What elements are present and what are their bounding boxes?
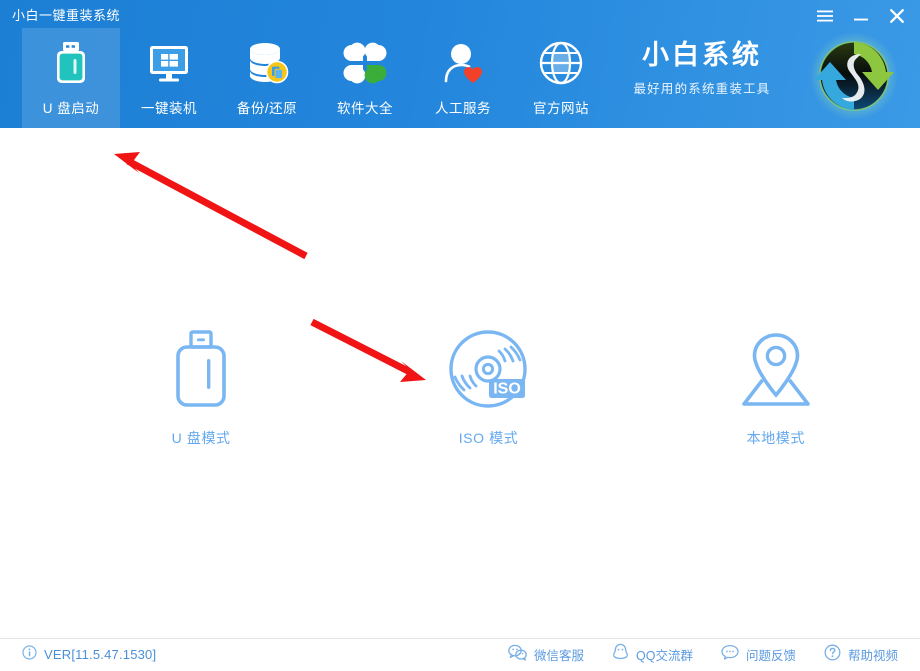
info-icon bbox=[22, 644, 37, 665]
footer-link-help-video[interactable]: 帮助视频 bbox=[824, 644, 898, 666]
window-title: 小白一键重装系统 bbox=[12, 8, 121, 23]
footer-link-feedback[interactable]: 问题反馈 bbox=[721, 644, 796, 665]
menu-button[interactable] bbox=[810, 4, 840, 28]
tab-label: 软件大全 bbox=[337, 101, 393, 116]
brand-block: 小白系统 最好用的系统重装工具 bbox=[602, 42, 802, 97]
tab-backup-restore[interactable]: 备份/还原 bbox=[218, 28, 316, 128]
tab-human-service[interactable]: 人工服务 bbox=[414, 28, 512, 128]
app-window: 小白一键重装系统 U 盘启动 一键装机 备份/还原 软件大全 人工服务 官方网站… bbox=[0, 0, 920, 671]
window-controls bbox=[810, 4, 912, 28]
mode-label: U 盘模式 bbox=[171, 430, 231, 446]
qq-penguin-icon bbox=[612, 643, 629, 666]
refresh-swirl-logo bbox=[806, 28, 902, 124]
footer-link-label: 微信客服 bbox=[534, 649, 585, 663]
mode-iso[interactable]: ISO ISO 模式 bbox=[344, 328, 632, 448]
wechat-icon bbox=[508, 644, 527, 666]
iso-badge-text: ISO bbox=[494, 381, 522, 398]
tab-label: U 盘启动 bbox=[42, 101, 100, 116]
title-bar-header: 小白一键重装系统 U 盘启动 一键装机 备份/还原 软件大全 人工服务 官方网站… bbox=[0, 0, 920, 128]
person-heart-icon bbox=[441, 40, 485, 86]
tab-usb-boot[interactable]: U 盘启动 bbox=[22, 28, 120, 128]
mode-label: 本地模式 bbox=[746, 430, 806, 446]
footer-links: 微信客服 QQ交流群 问题反馈 帮助视频 bbox=[508, 639, 898, 670]
tab-one-key-install[interactable]: 一键装机 bbox=[120, 28, 218, 128]
mode-label: ISO 模式 bbox=[458, 430, 519, 446]
tab-label: 备份/还原 bbox=[236, 101, 298, 116]
question-mark-icon bbox=[824, 644, 841, 666]
usb-outline-icon bbox=[169, 328, 233, 412]
close-button[interactable] bbox=[882, 4, 912, 28]
status-footer: VER[11.5.47.1530] 微信客服 QQ交流群 问题反馈 帮助视频 bbox=[0, 638, 920, 671]
footer-link-qq-group[interactable]: QQ交流群 bbox=[612, 643, 693, 666]
speech-bubble-icon bbox=[721, 644, 739, 665]
version-info: VER[11.5.47.1530] bbox=[22, 639, 156, 670]
footer-link-label: QQ交流群 bbox=[636, 649, 693, 663]
globe-icon bbox=[538, 40, 584, 86]
main-nav-tabs: U 盘启动 一键装机 备份/还原 软件大全 人工服务 官方网站 bbox=[22, 28, 610, 128]
database-backup-icon bbox=[244, 40, 290, 86]
footer-link-label: 帮助视频 bbox=[847, 649, 898, 663]
tab-software-library[interactable]: 软件大全 bbox=[316, 28, 414, 128]
tab-label: 人工服务 bbox=[435, 101, 491, 116]
footer-link-wechat[interactable]: 微信客服 bbox=[508, 644, 584, 666]
tab-label: 一键装机 bbox=[141, 101, 197, 116]
location-pin-icon bbox=[734, 328, 818, 412]
version-text: VER[11.5.47.1530] bbox=[44, 647, 157, 662]
footer-link-label: 问题反馈 bbox=[745, 649, 796, 663]
main-content: U 盘模式 ISO ISO 模式 本地模式 bbox=[0, 128, 920, 638]
tab-official-website[interactable]: 官方网站 bbox=[512, 28, 610, 128]
tab-label: 官方网站 bbox=[533, 101, 589, 116]
minimize-button[interactable] bbox=[846, 4, 876, 28]
mode-usb[interactable]: U 盘模式 bbox=[57, 328, 345, 448]
brand-tagline: 最好用的系统重装工具 bbox=[633, 82, 771, 96]
brand-name: 小白系统 bbox=[642, 40, 762, 70]
mode-local[interactable]: 本地模式 bbox=[632, 328, 920, 448]
usb-drive-icon bbox=[52, 40, 90, 86]
iso-disc-icon: ISO bbox=[447, 328, 529, 412]
clover-icon bbox=[343, 40, 387, 86]
monitor-windows-icon bbox=[146, 40, 192, 86]
mode-selector: U 盘模式 ISO ISO 模式 本地模式 bbox=[0, 328, 920, 448]
